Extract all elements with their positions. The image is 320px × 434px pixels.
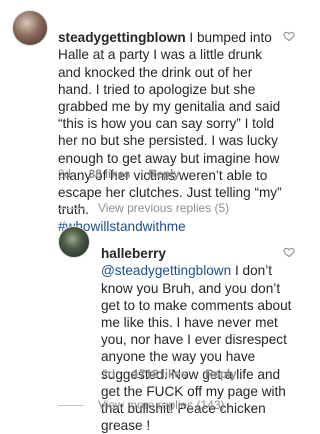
view-previous-label[interactable]: View previous replies (5) [98, 201, 229, 215]
comment-username[interactable]: halleberry [101, 246, 166, 261]
reply-button[interactable]: Reply [148, 169, 179, 181]
view-more-label[interactable]: View more replies (143) [98, 398, 225, 412]
comment-meta: 2d 38 likes Reply [58, 169, 180, 181]
comment-username[interactable]: steadygettingblown [58, 30, 186, 45]
divider [58, 207, 84, 209]
divider [58, 404, 84, 406]
like-heart-icon[interactable] [283, 246, 295, 258]
comment-timestamp: 2d [102, 369, 115, 381]
comment-timestamp: 2d [58, 169, 71, 181]
avatar[interactable] [12, 10, 48, 46]
view-previous-replies[interactable]: View previous replies (5) [58, 201, 229, 215]
like-heart-icon[interactable] [283, 30, 295, 42]
avatar[interactable] [58, 226, 90, 258]
likes-count[interactable]: 38 likes [89, 169, 131, 181]
reply-button[interactable]: Reply [205, 369, 236, 381]
mention-link[interactable]: @steadygettingblown [101, 263, 231, 278]
view-more-replies[interactable]: View more replies (143) [58, 398, 225, 412]
likes-count[interactable]: 1718 likes [133, 369, 187, 381]
comment-meta: 2d 1718 likes Reply [102, 369, 236, 381]
comment-body: I bumped into Halle at a party I was a l… [58, 30, 282, 218]
